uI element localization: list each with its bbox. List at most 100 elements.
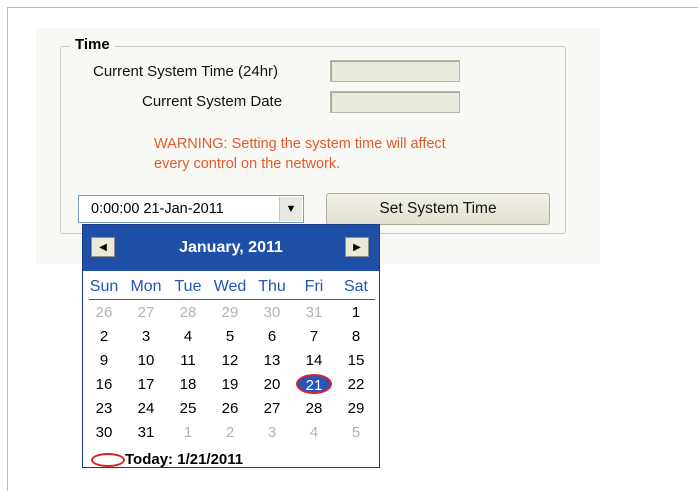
day-number: 16 [95, 376, 113, 393]
calendar-day[interactable]: 8 [335, 328, 377, 345]
day-number: 21 [296, 374, 332, 394]
day-number: 30 [95, 424, 113, 441]
weekday-sun: Sun [89, 278, 119, 295]
day-number: 29 [347, 400, 365, 417]
calendar-day[interactable]: 12 [209, 352, 251, 369]
day-number: 28 [179, 304, 197, 321]
day-number: 27 [137, 304, 155, 321]
day-number: 24 [137, 400, 155, 417]
calendar-day[interactable]: 3 [251, 424, 293, 441]
current-date-field[interactable] [330, 91, 460, 113]
calendar-popup: ◀ January, 2011 ▶ Sun Mon Tue Wed Thu Fr… [82, 224, 380, 468]
weekday-sat: Sat [343, 278, 368, 295]
day-number: 15 [347, 352, 365, 369]
day-number: 1 [351, 304, 361, 321]
weekday-thu: Thu [258, 278, 286, 295]
calendar-day[interactable]: 29 [335, 400, 377, 417]
day-number: 5 [225, 328, 235, 345]
calendar-day[interactable]: 6 [251, 328, 293, 345]
day-number: 19 [221, 376, 239, 393]
calendar-day[interactable]: 5 [209, 328, 251, 345]
day-number: 10 [137, 352, 155, 369]
calendar-day[interactable]: 30 [83, 424, 125, 441]
calendar-day[interactable]: 2 [209, 424, 251, 441]
day-number: 18 [179, 376, 197, 393]
warning-message: WARNING: Setting the system time will af… [154, 134, 534, 174]
day-number: 6 [267, 328, 277, 345]
calendar-day[interactable]: 1 [167, 424, 209, 441]
calendar-day[interactable]: 15 [335, 352, 377, 369]
calendar-day[interactable]: 9 [83, 352, 125, 369]
day-number: 11 [180, 352, 196, 369]
calendar-day[interactable]: 5 [335, 424, 377, 441]
calendar-day[interactable]: 13 [251, 352, 293, 369]
calendar-day[interactable]: 17 [125, 376, 167, 393]
calendar-day[interactable]: 24 [125, 400, 167, 417]
calendar-day[interactable]: 27 [125, 304, 167, 321]
day-number: 12 [221, 352, 239, 369]
calendar-day[interactable]: 25 [167, 400, 209, 417]
calendar-day[interactable]: 16 [83, 376, 125, 393]
day-number: 29 [221, 304, 239, 321]
day-number: 2 [225, 424, 235, 441]
calendar-day[interactable]: 4 [167, 328, 209, 345]
calendar-day[interactable]: 31 [293, 304, 335, 321]
weekday-mon: Mon [130, 278, 162, 295]
calendar-day[interactable]: 20 [251, 376, 293, 393]
calendar-day[interactable]: 2 [83, 328, 125, 345]
set-system-time-button[interactable]: Set System Time [326, 193, 550, 225]
today-link[interactable]: Today: 1/21/2011 [125, 451, 243, 468]
day-number: 23 [95, 400, 113, 417]
day-number: 7 [309, 328, 319, 345]
calendar-month-title: January, 2011 [179, 239, 283, 256]
calendar-day[interactable]: 23 [83, 400, 125, 417]
calendar-day[interactable]: 28 [167, 304, 209, 321]
day-number: 22 [347, 376, 365, 393]
day-number: 2 [99, 328, 109, 345]
calendar-day[interactable]: 4 [293, 424, 335, 441]
next-month-icon[interactable]: ▶ [345, 237, 369, 257]
calendar-day[interactable]: 27 [251, 400, 293, 417]
day-number: 20 [263, 376, 281, 393]
weekday-fri: Fri [304, 278, 324, 295]
calendar-day[interactable]: 19 [209, 376, 251, 393]
calendar-day[interactable]: 28 [293, 400, 335, 417]
calendar-day[interactable]: 14 [293, 352, 335, 369]
calendar-day[interactable]: 11 [167, 352, 209, 369]
calendar-day[interactable]: 10 [125, 352, 167, 369]
calendar-day[interactable]: 1 [335, 304, 377, 321]
weekday-tue: Tue [174, 278, 202, 295]
calendar-day[interactable]: 26 [83, 304, 125, 321]
warning-line-1: WARNING: Setting the system time will af… [154, 136, 446, 152]
day-number: 3 [267, 424, 277, 441]
day-number: 31 [305, 304, 323, 321]
warning-line-2: every control on the network. [154, 156, 341, 172]
current-time-field[interactable] [330, 60, 460, 82]
calendar-day[interactable]: 7 [293, 328, 335, 345]
day-number: 13 [263, 352, 281, 369]
selected-day[interactable]: 21 [293, 374, 335, 394]
calendar-day[interactable]: 3 [125, 328, 167, 345]
weekday-wed: Wed [213, 278, 247, 295]
day-number: 9 [99, 352, 109, 369]
day-number: 30 [263, 304, 281, 321]
weekday-divider [89, 299, 375, 300]
group-legend: Time [70, 36, 115, 53]
dropdown-arrow-icon[interactable]: ▼ [279, 197, 302, 221]
day-number: 27 [263, 400, 281, 417]
day-number: 28 [305, 400, 323, 417]
day-number: 8 [351, 328, 361, 345]
calendar-day[interactable]: 30 [251, 304, 293, 321]
day-number: 26 [221, 400, 239, 417]
calendar-day[interactable]: 18 [167, 376, 209, 393]
day-number: 31 [137, 424, 155, 441]
calendar-day[interactable]: 22 [335, 376, 377, 393]
calendar-day[interactable]: 29 [209, 304, 251, 321]
day-number: 3 [141, 328, 151, 345]
day-number: 4 [309, 424, 319, 441]
datetime-picker[interactable]: 0:00:00 21-Jan-2011 ▼ [78, 195, 304, 223]
calendar-day[interactable]: 26 [209, 400, 251, 417]
datetime-picker-value: 0:00:00 21-Jan-2011 [91, 201, 224, 217]
calendar-day[interactable]: 31 [125, 424, 167, 441]
today-circle-icon [91, 453, 125, 467]
